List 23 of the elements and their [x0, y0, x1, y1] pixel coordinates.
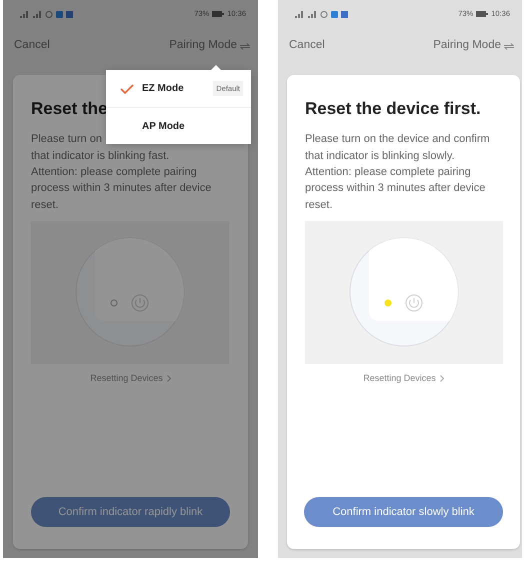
card-title: Reset the [31, 99, 109, 120]
menu-item[interactable]: AP Mode [106, 107, 251, 144]
cancel-button[interactable]: Cancel [289, 37, 325, 55]
signal-icon [32, 10, 42, 18]
swap-icon [504, 42, 514, 50]
battery-icon [212, 11, 224, 17]
resetting-devices-link[interactable]: Resetting Devices [363, 372, 444, 386]
pairing-mode-button[interactable]: Pairing Mode [169, 37, 250, 55]
signal-icon [294, 10, 304, 18]
chevron-icon [166, 375, 171, 382]
confirm-button[interactable]: Confirm indicator slowly blink [304, 497, 503, 527]
resetting-devices-link[interactable]: Resetting Devices [90, 372, 171, 386]
check-icon [120, 84, 134, 94]
chevron-icon [440, 375, 444, 382]
cancel-button[interactable]: Cancel [14, 37, 50, 55]
pairing-mode-button[interactable]: Pairing Mode [433, 37, 514, 55]
instructions-text: Please turn on the device and confirm that indicator is blinking slowly. Attention: please complete pairing process within 3 minutes after device reset. [305, 132, 491, 213]
card-title: Reset the device first. [305, 99, 482, 120]
battery-icon [476, 11, 488, 17]
signal-icon [19, 10, 29, 18]
swap-icon [240, 42, 250, 50]
signal-icon [307, 10, 317, 18]
confirm-button[interactable]: Confirm indicator rapidly blink [31, 497, 230, 527]
